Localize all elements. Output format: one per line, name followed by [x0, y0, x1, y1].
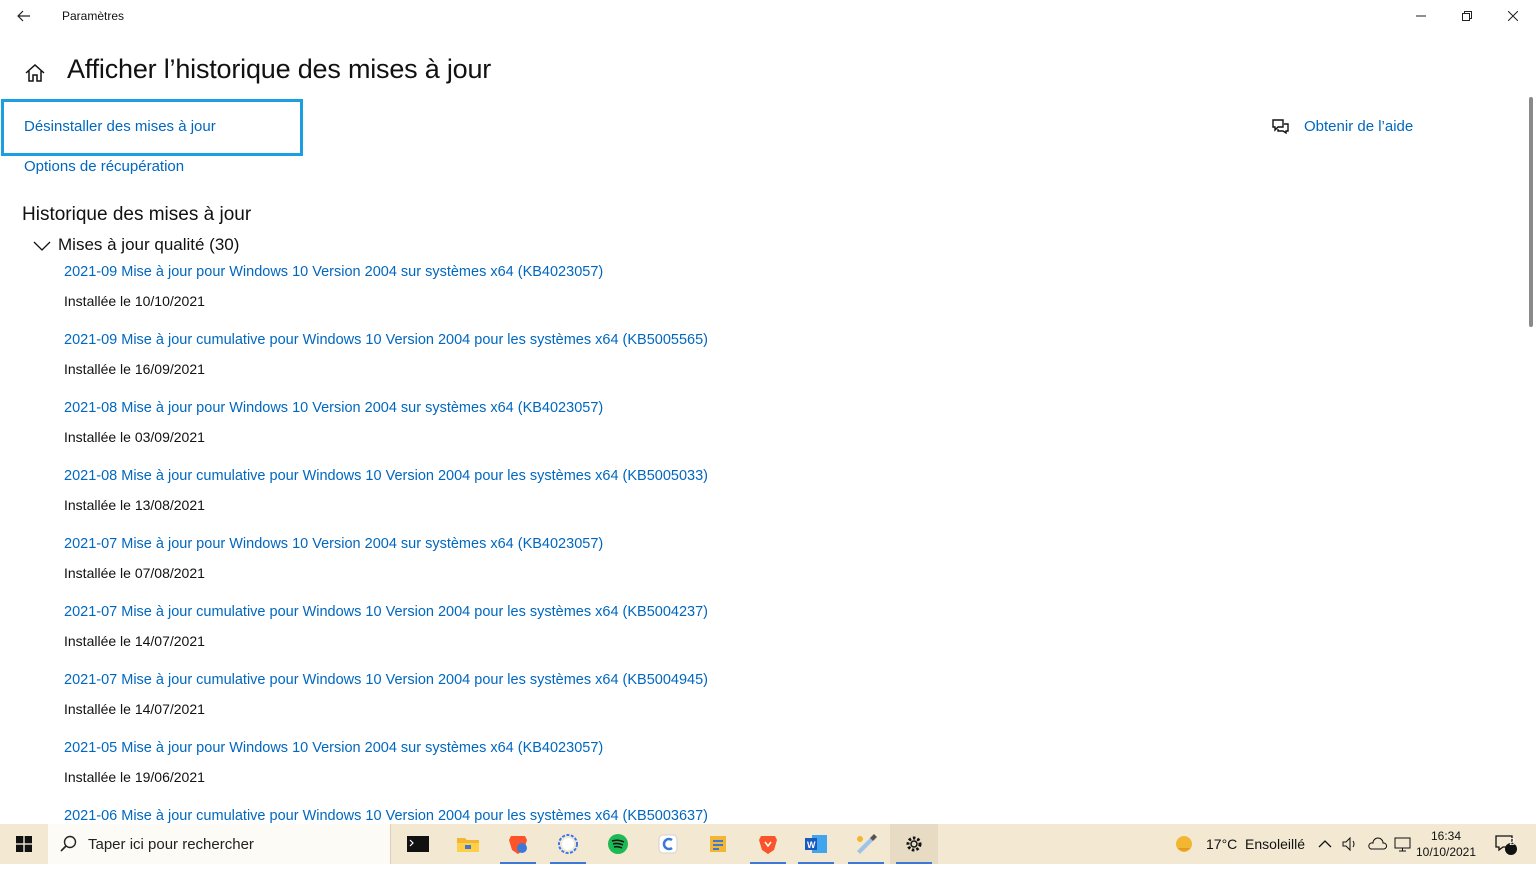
file-explorer-icon — [457, 838, 479, 852]
close-button[interactable] — [1490, 0, 1536, 32]
clock-date: 10/10/2021 — [1415, 845, 1477, 859]
list-item: 2021-08 Mise à jour cumulative pour Wind… — [64, 468, 964, 536]
update-link[interactable]: 2021-08 Mise à jour pour Windows 10 Vers… — [64, 400, 603, 416]
terminal-icon — [407, 836, 429, 852]
section-label: Mises à jour qualité (30) — [58, 235, 240, 254]
search-icon — [60, 835, 77, 852]
scrollbar[interactable] — [1529, 97, 1533, 327]
install-date: Installée le 07/08/2021 — [64, 565, 205, 581]
signal-icon — [558, 834, 578, 854]
updates-list: 2021-09 Mise à jour pour Windows 10 Vers… — [64, 264, 964, 876]
list-item: 2021-07 Mise à jour cumulative pour Wind… — [64, 672, 964, 740]
onedrive-cloud-icon[interactable] — [1367, 836, 1387, 852]
taskbar-settings[interactable] — [890, 824, 938, 864]
app-title: Paramètres — [62, 9, 125, 23]
update-link[interactable]: 2021-07 Mise à jour cumulative pour Wind… — [64, 672, 708, 688]
minimize-icon — [1416, 15, 1426, 17]
taskbar-app[interactable] — [644, 824, 692, 864]
taskbar-brave-browser[interactable] — [494, 824, 542, 864]
install-date: Installée le 19/06/2021 — [64, 769, 205, 785]
taskbar-word[interactable]: W — [792, 824, 840, 864]
list-item: 2021-05 Mise à jour pour Windows 10 Vers… — [64, 740, 964, 808]
settings-icon — [906, 836, 922, 852]
quality-updates-toggle[interactable]: Mises à jour qualité (30) — [32, 235, 239, 255]
app-icon — [658, 834, 678, 854]
update-link[interactable]: 2021-08 Mise à jour cumulative pour Wind… — [64, 468, 708, 484]
update-link[interactable]: 2021-07 Mise à jour cumulative pour Wind… — [64, 604, 708, 620]
taskbar-signal[interactable] — [544, 824, 592, 864]
svg-text:W: W — [807, 840, 816, 850]
clock-time: 16:34 — [1430, 829, 1462, 843]
taskbar-brave-browser-2[interactable] — [744, 824, 792, 864]
install-date: Installée le 03/09/2021 — [64, 429, 205, 445]
sun-icon — [1176, 836, 1192, 852]
list-item: 2021-08 Mise à jour pour Windows 10 Vers… — [64, 400, 964, 468]
weather-text: 17°C Ensoleillé — [1206, 836, 1305, 852]
taskbar-paint[interactable] — [842, 824, 890, 864]
install-date: Installée le 14/07/2021 — [64, 701, 205, 717]
get-help-link[interactable]: Obtenir de l’aide — [1304, 118, 1413, 135]
tool-icon — [710, 836, 726, 852]
taskbar-tool[interactable] — [694, 824, 742, 864]
update-link[interactable]: 2021-05 Mise à jour pour Windows 10 Vers… — [64, 740, 603, 756]
paint-icon — [857, 834, 877, 854]
brave-icon — [759, 836, 777, 854]
volume-icon[interactable] — [1341, 836, 1359, 852]
install-date: Installée le 16/09/2021 — [64, 361, 205, 377]
update-link[interactable]: 2021-09 Mise à jour cumulative pour Wind… — [64, 332, 708, 348]
list-item: 2021-07 Mise à jour cumulative pour Wind… — [64, 604, 964, 672]
back-button[interactable] — [0, 0, 48, 32]
restore-button[interactable] — [1444, 0, 1490, 32]
brave-icon — [509, 836, 527, 854]
list-item: 2021-09 Mise à jour pour Windows 10 Vers… — [64, 264, 964, 332]
chevron-down-icon — [33, 241, 51, 251]
restore-icon — [1462, 11, 1472, 21]
tray-icons — [1317, 824, 1413, 864]
taskbar-search[interactable]: Taper ici pour rechercher — [48, 824, 391, 864]
search-placeholder: Taper ici pour rechercher — [88, 835, 254, 853]
start-button[interactable] — [0, 824, 48, 864]
weather-widget[interactable]: 17°C Ensoleillé — [1174, 824, 1305, 864]
taskbar-spotify[interactable] — [594, 824, 642, 864]
taskbar-terminal[interactable] — [394, 824, 442, 864]
update-link[interactable]: 2021-07 Mise à jour pour Windows 10 Vers… — [64, 536, 603, 552]
chevron-up-icon[interactable] — [1317, 836, 1333, 852]
recovery-options-link[interactable]: Options de récupération — [24, 158, 184, 175]
list-item: 2021-09 Mise à jour cumulative pour Wind… — [64, 332, 964, 400]
taskbar-file-explorer[interactable] — [444, 824, 492, 864]
clock[interactable]: 16:34 10/10/2021 — [1410, 828, 1482, 860]
list-item: 2021-07 Mise à jour pour Windows 10 Vers… — [64, 536, 964, 604]
taskbar: Taper ici pour rechercher W 17°C Ensolei… — [0, 824, 1536, 864]
install-date: Installée le 13/08/2021 — [64, 497, 205, 513]
windows-logo-icon — [16, 836, 32, 852]
install-date: Installée le 10/10/2021 — [64, 293, 205, 309]
notification-center[interactable]: 2 — [1494, 824, 1518, 864]
close-icon — [1508, 11, 1518, 21]
title-bar: Paramètres — [0, 0, 1536, 32]
word-icon: W — [805, 835, 827, 853]
history-title: Historique des mises à jour — [22, 204, 252, 225]
minimize-button[interactable] — [1398, 0, 1444, 32]
notification-count: 2 — [1509, 837, 1515, 848]
help-chat-icon — [1272, 119, 1289, 135]
spotify-icon — [608, 834, 628, 854]
update-link[interactable]: 2021-06 Mise à jour cumulative pour Wind… — [64, 808, 708, 824]
install-date: Installée le 14/07/2021 — [64, 633, 205, 649]
uninstall-updates-link[interactable]: Désinstaller des mises à jour — [24, 118, 216, 135]
back-arrow-icon — [17, 10, 30, 22]
update-link[interactable]: 2021-09 Mise à jour pour Windows 10 Vers… — [64, 264, 603, 280]
home-icon[interactable] — [24, 62, 46, 84]
page-title: Afficher l’historique des mises à jour — [67, 54, 492, 84]
